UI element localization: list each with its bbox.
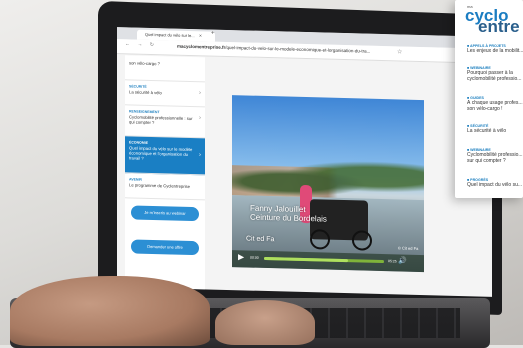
chevron-right-icon: › [199, 90, 201, 97]
sidebar-item-active[interactable]: ÉCONOMIE Quel impact du vélo sur le modè… [125, 136, 205, 176]
card-item-title: La sécurité à vélo [467, 128, 507, 134]
play-icon[interactable]: ▶ [238, 252, 244, 261]
sidebar-item-title: La sécurité à vélo [129, 89, 162, 96]
time-total: 05:25 [388, 259, 397, 264]
tab-close-icon[interactable]: × [199, 31, 202, 41]
article-sidebar: son vélo-cargo ? SÉCURITÉ La sécurité à … [125, 55, 205, 290]
card-item-title: Quel impact du vélo su... [467, 182, 523, 188]
card-list-item[interactable]: ■ PROGRÈS Quel impact du vélo su... [467, 178, 523, 188]
card-item-title: Cyclomobilité professio... sur qui compt… [467, 152, 523, 164]
webinar-button[interactable]: Je m'inscris au webinar [131, 205, 199, 222]
chevron-right-icon: › [199, 152, 201, 159]
card-item-title: Les enjeux de la mobilit... [467, 48, 523, 54]
bike-wheel [352, 230, 372, 251]
hand-right [215, 300, 315, 345]
card-list-item[interactable]: ■ SÉCURITÉ La sécurité à vélo [467, 124, 523, 134]
sidebar-item-title: Cyclomobilité professionnelle : sur qui … [129, 114, 193, 126]
sidebar-item-title: son vélo-cargo ? [129, 60, 160, 67]
sidebar-item[interactable]: SÉCURITÉ La sécurité à vélo › [125, 80, 205, 108]
hand-left [10, 276, 210, 346]
star-icon[interactable]: ☆ [397, 48, 402, 55]
chevron-right-icon: › [199, 115, 201, 122]
video-caption: Fanny Jalouillet Ceinture du Bordelais [250, 204, 330, 224]
card-list-item[interactable]: ■ APPELS À PROJETS Les enjeux de la mobi… [467, 44, 523, 54]
sidebar-item[interactable]: son vélo-cargo ? [125, 55, 205, 83]
sidebar-item-title: Le programme de Cyclentreprise [129, 182, 190, 190]
volume-icon[interactable]: 🔊 [398, 256, 407, 264]
video-caption-brand: Cit ed Fa [246, 235, 275, 244]
sidebar-item[interactable]: RENSEIGNEMENT Cyclomobilité professionne… [125, 105, 205, 139]
card-item-title: À chaque usage profes... son vélo-cargo … [467, 100, 523, 112]
time-current: 00:00 [250, 255, 259, 260]
sidebar-item-title: Quel impact du vélo sur le modèle économ… [129, 145, 193, 161]
nav-buttons[interactable]: ← → ↻ [125, 41, 157, 48]
bike-wheel [310, 229, 330, 250]
sidebar-item[interactable]: AVENIR Le programme de Cyclentreprise [125, 173, 205, 201]
sidebar-item-category: RENSEIGNEMENT [129, 109, 160, 115]
logo-line2: entre [478, 17, 520, 36]
video-player[interactable]: Fanny Jalouillet Ceinture du Bordelais C… [232, 95, 424, 273]
offer-button[interactable]: Demander une offre [131, 239, 199, 256]
card-list-item[interactable]: ■ WEBINAIRE Pourquoi passer à la cyclomo… [467, 66, 523, 82]
sidebar-item-category: ÉCONOMIE [129, 140, 149, 145]
video-watermark: © Cit ed Fa [398, 245, 419, 251]
new-tab-icon[interactable]: + [211, 31, 215, 37]
sidebar-item-category: AVENIR [129, 177, 142, 182]
card-list-item[interactable]: ■ GUIDES À chaque usage profes... son vé… [467, 96, 523, 112]
card-item-title: Pourquoi passer à la cyclomobilité profe… [467, 70, 522, 82]
sidebar-item-category: SÉCURITÉ [129, 84, 147, 89]
card-list-item[interactable]: ■ WEBINAIRE Cyclomobilité professio... s… [467, 148, 523, 164]
laptop-screen: Quel impact du vélo sur le... × + ← → ↻ … [117, 27, 492, 297]
